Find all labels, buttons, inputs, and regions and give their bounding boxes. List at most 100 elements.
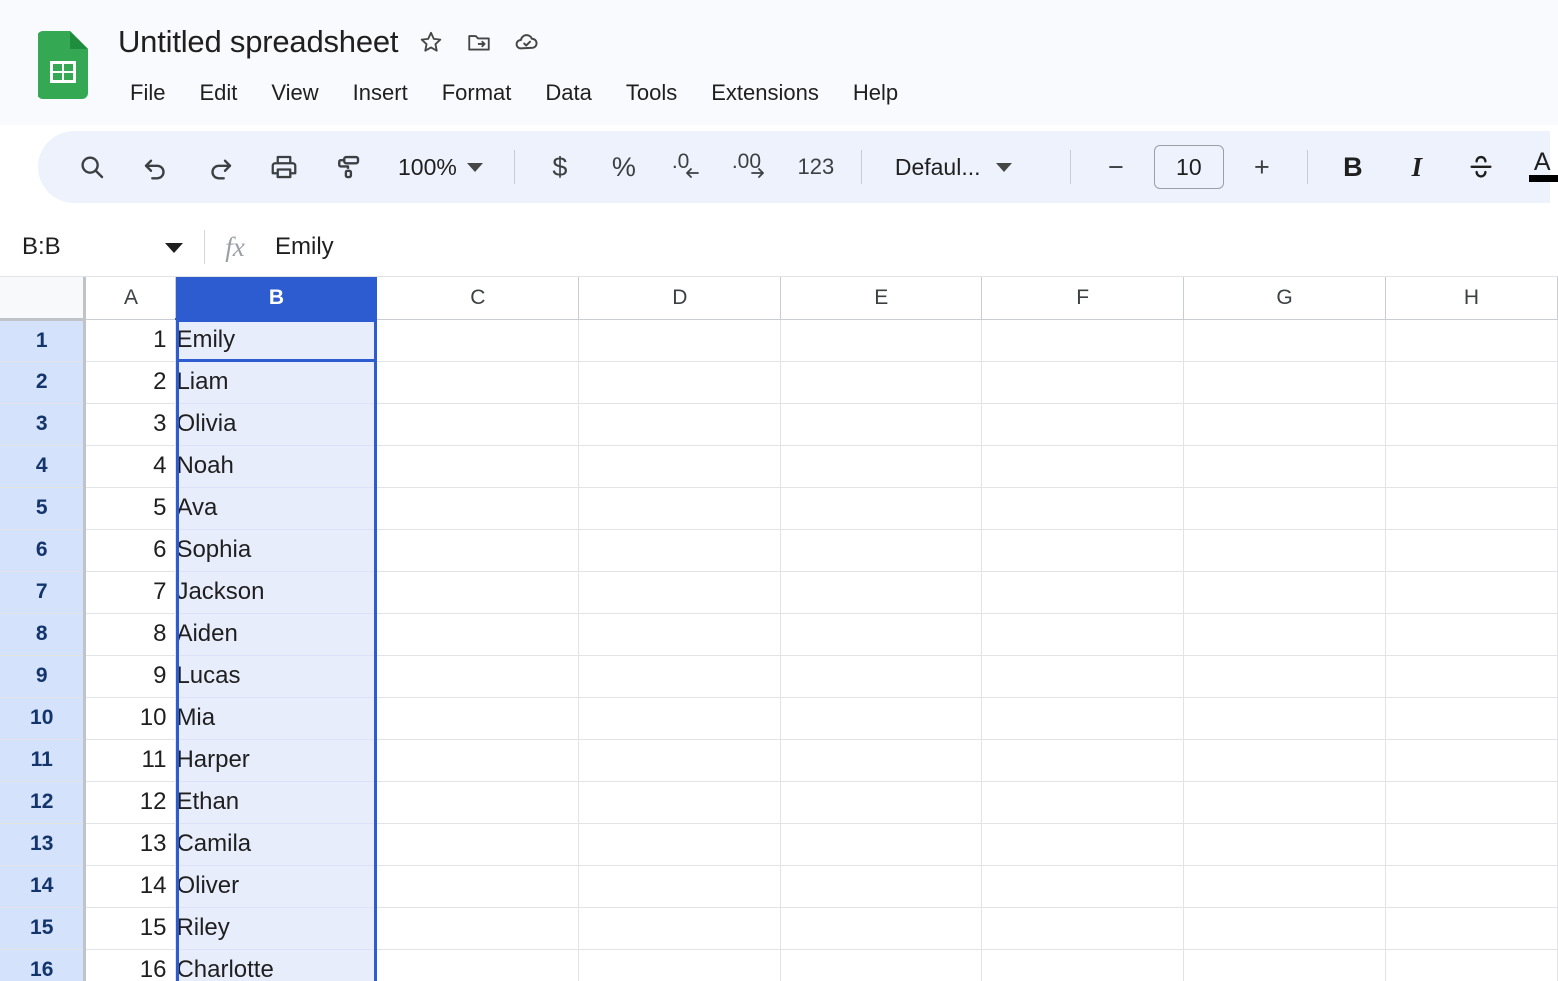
- cell-E1[interactable]: [781, 319, 982, 361]
- percent-format-button[interactable]: %: [598, 141, 650, 193]
- cell-G13[interactable]: [1184, 823, 1386, 865]
- menu-item-extensions[interactable]: Extensions: [699, 76, 831, 110]
- cell-A9[interactable]: 9: [85, 655, 176, 697]
- column-header-f[interactable]: F: [982, 277, 1184, 319]
- decrease-font-size-button[interactable]: −: [1090, 141, 1142, 193]
- column-header-d[interactable]: D: [579, 277, 781, 319]
- column-header-g[interactable]: G: [1184, 277, 1386, 319]
- cell-E10[interactable]: [781, 697, 982, 739]
- cell-C2[interactable]: [377, 361, 579, 403]
- cell-B7[interactable]: Jackson: [176, 571, 377, 613]
- cell-E15[interactable]: [781, 907, 982, 949]
- cell-E2[interactable]: [781, 361, 982, 403]
- cell-F12[interactable]: [982, 781, 1184, 823]
- cell-D3[interactable]: [579, 403, 781, 445]
- cell-C10[interactable]: [377, 697, 579, 739]
- cell-D13[interactable]: [579, 823, 781, 865]
- cell-B14[interactable]: Oliver: [176, 865, 377, 907]
- cell-G2[interactable]: [1184, 361, 1386, 403]
- cell-A8[interactable]: 8: [85, 613, 176, 655]
- cell-H4[interactable]: [1386, 445, 1558, 487]
- cell-H9[interactable]: [1386, 655, 1558, 697]
- row-header-8[interactable]: 8: [0, 613, 85, 655]
- decrease-decimal-button[interactable]: .0: [662, 141, 714, 193]
- cell-F11[interactable]: [982, 739, 1184, 781]
- italic-button[interactable]: I: [1391, 141, 1443, 193]
- cell-E11[interactable]: [781, 739, 982, 781]
- menu-item-file[interactable]: File: [118, 76, 177, 110]
- cell-E14[interactable]: [781, 865, 982, 907]
- cell-B8[interactable]: Aiden: [176, 613, 377, 655]
- cell-E7[interactable]: [781, 571, 982, 613]
- cell-C5[interactable]: [377, 487, 579, 529]
- google-sheets-logo[interactable]: [38, 31, 88, 99]
- cell-D2[interactable]: [579, 361, 781, 403]
- cell-A13[interactable]: 13: [85, 823, 176, 865]
- cell-C13[interactable]: [377, 823, 579, 865]
- cell-A2[interactable]: 2: [85, 361, 176, 403]
- formula-input[interactable]: Emily: [261, 218, 1558, 276]
- cell-F16[interactable]: [982, 949, 1184, 981]
- strikethrough-button[interactable]: [1455, 141, 1507, 193]
- cell-A15[interactable]: 15: [85, 907, 176, 949]
- font-size-input[interactable]: 10: [1154, 145, 1224, 189]
- column-header-e[interactable]: E: [781, 277, 982, 319]
- zoom-dropdown[interactable]: 100%: [386, 141, 495, 193]
- menu-item-help[interactable]: Help: [841, 76, 910, 110]
- cell-F2[interactable]: [982, 361, 1184, 403]
- cell-G11[interactable]: [1184, 739, 1386, 781]
- cell-C9[interactable]: [377, 655, 579, 697]
- row-header-10[interactable]: 10: [0, 697, 85, 739]
- cell-H1[interactable]: [1386, 319, 1558, 361]
- row-header-5[interactable]: 5: [0, 487, 85, 529]
- cell-D4[interactable]: [579, 445, 781, 487]
- increase-decimal-button[interactable]: .00: [726, 141, 778, 193]
- cell-G4[interactable]: [1184, 445, 1386, 487]
- cell-B6[interactable]: Sophia: [176, 529, 377, 571]
- row-header-2[interactable]: 2: [0, 361, 85, 403]
- cell-C4[interactable]: [377, 445, 579, 487]
- cell-C7[interactable]: [377, 571, 579, 613]
- cell-H14[interactable]: [1386, 865, 1558, 907]
- more-formats-button[interactable]: 123: [790, 141, 842, 193]
- cell-D15[interactable]: [579, 907, 781, 949]
- cell-F15[interactable]: [982, 907, 1184, 949]
- paint-format-icon[interactable]: [322, 141, 374, 193]
- cell-G15[interactable]: [1184, 907, 1386, 949]
- row-header-9[interactable]: 9: [0, 655, 85, 697]
- menu-item-tools[interactable]: Tools: [614, 76, 689, 110]
- menu-item-format[interactable]: Format: [430, 76, 524, 110]
- undo-icon[interactable]: [130, 141, 182, 193]
- cell-A6[interactable]: 6: [85, 529, 176, 571]
- cloud-saved-icon[interactable]: [512, 27, 542, 57]
- cell-B3[interactable]: Olivia: [176, 403, 377, 445]
- row-header-12[interactable]: 12: [0, 781, 85, 823]
- cell-C15[interactable]: [377, 907, 579, 949]
- cell-H5[interactable]: [1386, 487, 1558, 529]
- cell-D1[interactable]: [579, 319, 781, 361]
- cell-H7[interactable]: [1386, 571, 1558, 613]
- cell-B1[interactable]: Emily: [176, 319, 377, 361]
- cell-B13[interactable]: Camila: [176, 823, 377, 865]
- cell-G6[interactable]: [1184, 529, 1386, 571]
- column-header-h[interactable]: H: [1386, 277, 1558, 319]
- cell-E6[interactable]: [781, 529, 982, 571]
- cell-A14[interactable]: 14: [85, 865, 176, 907]
- cell-G7[interactable]: [1184, 571, 1386, 613]
- cell-C11[interactable]: [377, 739, 579, 781]
- cell-H12[interactable]: [1386, 781, 1558, 823]
- cell-E3[interactable]: [781, 403, 982, 445]
- menu-item-edit[interactable]: Edit: [187, 76, 249, 110]
- cell-B9[interactable]: Lucas: [176, 655, 377, 697]
- cell-H3[interactable]: [1386, 403, 1558, 445]
- bold-button[interactable]: B: [1327, 141, 1379, 193]
- cell-G10[interactable]: [1184, 697, 1386, 739]
- cell-A16[interactable]: 16: [85, 949, 176, 981]
- cell-B5[interactable]: Ava: [176, 487, 377, 529]
- cell-G16[interactable]: [1184, 949, 1386, 981]
- row-header-6[interactable]: 6: [0, 529, 85, 571]
- cell-F8[interactable]: [982, 613, 1184, 655]
- cell-C6[interactable]: [377, 529, 579, 571]
- row-header-3[interactable]: 3: [0, 403, 85, 445]
- cell-F7[interactable]: [982, 571, 1184, 613]
